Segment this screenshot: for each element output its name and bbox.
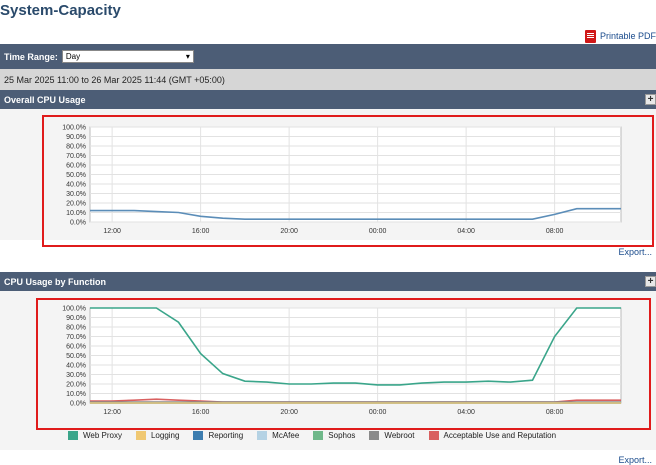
chevron-down-icon: ▾ <box>185 52 190 61</box>
y-tick-label: 70.0% <box>66 153 86 160</box>
x-tick-label: 08:00 <box>546 228 564 235</box>
x-tick-label: 16:00 <box>192 409 210 416</box>
y-tick-label: 80.0% <box>66 325 86 332</box>
pdf-icon <box>584 29 596 43</box>
y-tick-label: 0.0% <box>70 401 86 408</box>
y-tick-label: 40.0% <box>66 363 86 370</box>
legend-swatch <box>313 430 324 440</box>
x-tick-label: 20:00 <box>280 409 298 416</box>
legend-swatch <box>135 430 146 440</box>
legend-item[interactable]: McAfee <box>257 430 300 440</box>
legend-item[interactable]: Sophos <box>313 430 356 440</box>
time-range-label: Time Range: <box>4 51 58 62</box>
plus-icon[interactable]: + <box>645 276 656 287</box>
cpu-by-function-chart: 100.0% 90.0% 80.0% 70.0% 60.0% 50.0% 40.0% 30.0… <box>62 306 622 416</box>
date-range-text: 25 Mar 2025 11:00 to 26 Mar 2025 11:44 (… <box>4 74 225 85</box>
y-tick-label: 40.0% <box>66 182 86 189</box>
legend-label: Sophos <box>328 430 356 440</box>
legend-item[interactable]: Logging <box>135 430 180 440</box>
y-tick-label: 100.0% <box>62 125 86 132</box>
overall-cpu-panel: 100.0% 90.0% 80.0% 70.0% 60.0% 50.0% 40.0% 30.0… <box>0 109 656 240</box>
x-tick-label: 16:00 <box>192 228 210 235</box>
x-tick-label: 20:00 <box>280 228 298 235</box>
x-tick-label: 08:00 <box>546 409 564 416</box>
legend-label: Webroot <box>384 430 415 440</box>
legend-swatch <box>257 430 268 440</box>
section-title: CPU Usage by Function <box>4 276 107 287</box>
y-tick-label: 20.0% <box>66 201 86 208</box>
legend-label: Web Proxy <box>83 430 122 440</box>
y-tick-label: 10.0% <box>66 210 86 217</box>
legend-label: McAfee <box>272 430 300 440</box>
printable-pdf-label: Printable PDF <box>599 31 656 41</box>
section-title: Overall CPU Usage <box>4 94 86 105</box>
date-range-bar: 25 Mar 2025 11:00 to 26 Mar 2025 11:44 (… <box>0 69 656 90</box>
x-tick-label: 04:00 <box>457 409 475 416</box>
x-tick-label: 00:00 <box>369 228 387 235</box>
legend-swatch <box>428 430 439 440</box>
time-range-select[interactable]: Day ▾ <box>61 50 194 63</box>
legend-item[interactable]: Webroot <box>369 430 415 440</box>
printable-pdf-link[interactable]: Printable PDF <box>584 29 656 43</box>
page-title: System-Capacity <box>0 2 121 19</box>
y-tick-label: 80.0% <box>66 144 86 151</box>
y-tick-label: 60.0% <box>66 344 86 351</box>
y-tick-label: 70.0% <box>66 334 86 341</box>
x-tick-label: 00:00 <box>369 409 387 416</box>
y-tick-label: 30.0% <box>66 191 86 198</box>
y-tick-label: 50.0% <box>66 353 86 360</box>
y-tick-label: 0.0% <box>70 220 86 227</box>
y-tick-label: 100.0% <box>62 306 86 313</box>
legend-label: Logging <box>150 430 180 440</box>
x-tick-label: 04:00 <box>457 228 475 235</box>
cpu-usage-by-function-header: CPU Usage by Function + <box>0 272 656 291</box>
legend-item[interactable]: Reporting <box>193 430 244 440</box>
y-tick-label: 50.0% <box>66 172 86 179</box>
overall-cpu-chart: 100.0% 90.0% 80.0% 70.0% 60.0% 50.0% 40.0% 30.0… <box>62 125 622 235</box>
x-tick-label: 12:00 <box>103 228 121 235</box>
cpu-by-function-panel: 100.0% 90.0% 80.0% 70.0% 60.0% 50.0% 40.0% 30.0… <box>0 291 656 450</box>
y-tick-label: 30.0% <box>66 372 86 379</box>
legend-swatch <box>369 430 380 440</box>
time-range-bar: Time Range: Day ▾ <box>0 44 656 69</box>
y-tick-label: 10.0% <box>66 391 86 398</box>
y-tick-label: 60.0% <box>66 163 86 170</box>
overall-cpu-usage-header: Overall CPU Usage + <box>0 90 656 109</box>
plus-icon[interactable]: + <box>645 94 656 105</box>
legend-swatch <box>193 430 204 440</box>
legend-item[interactable]: Acceptable Use and Reputation <box>428 430 557 440</box>
legend-label: Reporting <box>208 430 244 440</box>
x-tick-label: 12:00 <box>103 409 121 416</box>
y-tick-label: 90.0% <box>66 134 86 141</box>
chart-legend: Web Proxy Logging Reporting McAfee Sophos Web… <box>68 429 570 441</box>
y-tick-label: 20.0% <box>66 382 86 389</box>
y-tick-label: 90.0% <box>66 315 86 322</box>
legend-item[interactable]: Web Proxy <box>68 430 122 440</box>
time-range-value: Day <box>65 52 81 61</box>
export-link[interactable]: Export... <box>618 247 652 257</box>
legend-label: Acceptable Use and Reputation <box>443 430 557 440</box>
legend-swatch <box>68 430 78 440</box>
